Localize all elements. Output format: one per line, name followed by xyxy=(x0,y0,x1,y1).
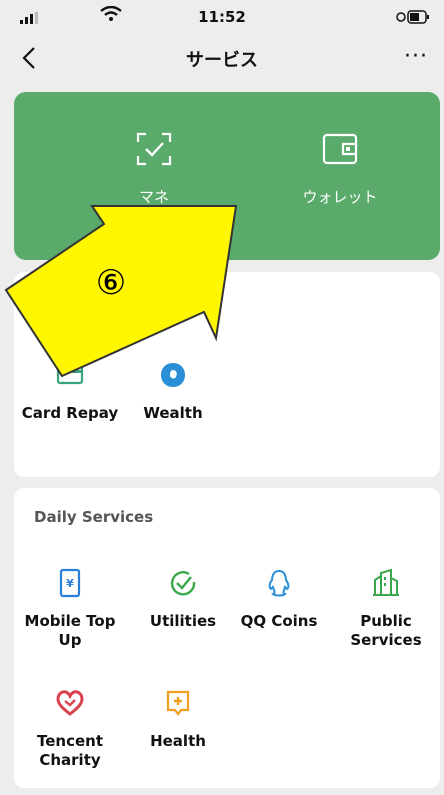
qq-coins-label: QQ Coins xyxy=(240,612,318,630)
more-icon[interactable]: ··· xyxy=(404,44,428,69)
card-repay-label: Card Repay xyxy=(21,404,119,422)
wallet-label: ウォレット xyxy=(302,188,378,206)
qq-coins-icon xyxy=(268,569,290,597)
mobile-top-up-icon: ¥ xyxy=(59,568,81,598)
tencent-charity-button[interactable]: Tencent Charity xyxy=(18,688,122,770)
utilities-label: Utilities xyxy=(149,612,217,630)
public-services-icon xyxy=(373,568,399,596)
clock: 11:52 xyxy=(198,8,246,26)
public-services-button[interactable]: Public Services xyxy=(336,568,436,650)
health-button[interactable]: Health xyxy=(138,688,218,751)
status-bar: 11:52 xyxy=(0,0,444,36)
health-label: Health xyxy=(150,732,206,750)
nav-bar: サービス ··· xyxy=(0,36,444,80)
daily-services-card: Daily Services ¥ Mobile Top Up Utilities… xyxy=(14,488,440,788)
svg-text:¥: ¥ xyxy=(66,577,74,590)
wealth-label: Wealth xyxy=(143,404,203,422)
battery-icon xyxy=(396,10,429,24)
scan-check-icon xyxy=(136,132,172,166)
page-title: サービス xyxy=(186,50,258,71)
tencent-charity-icon xyxy=(56,690,84,716)
public-services-label: Public Services xyxy=(350,612,422,649)
utilities-icon xyxy=(170,571,196,596)
health-icon xyxy=(166,690,190,716)
step-number: ⑥ xyxy=(95,263,127,303)
qq-coins-button[interactable]: QQ Coins xyxy=(234,568,324,631)
utilities-button[interactable]: Utilities xyxy=(148,568,218,631)
section-title: Daily Services xyxy=(34,508,154,526)
mobile-top-up-label: Mobile Top Up xyxy=(24,612,116,649)
tencent-charity-label: Tencent Charity xyxy=(36,732,103,769)
wallet-icon xyxy=(322,133,358,165)
wallet-button[interactable]: ウォレット xyxy=(270,132,410,207)
mobile-top-up-button[interactable]: ¥ Mobile Top Up xyxy=(18,568,122,650)
